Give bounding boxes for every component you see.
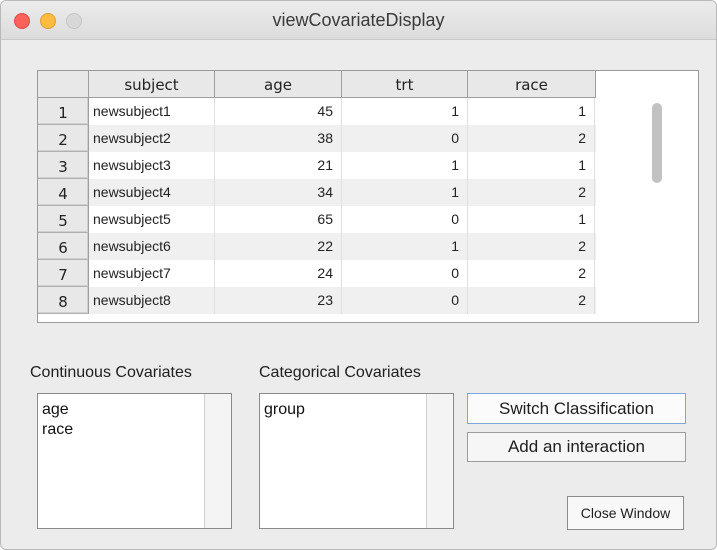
switch-classification-button[interactable]: Switch Classification	[467, 393, 686, 424]
corner-header-cell	[38, 71, 89, 98]
race-cell[interactable]: 1	[468, 98, 595, 125]
table-row[interactable]: 4 newsubject4 34 1 2	[38, 179, 596, 206]
app-window: viewCovariateDisplay subject age trt rac…	[0, 0, 717, 550]
table-row[interactable]: 2 newsubject2 38 0 2	[38, 125, 596, 152]
list-item[interactable]: group	[260, 400, 305, 420]
row-number[interactable]: 3	[38, 152, 89, 179]
covariate-table[interactable]: subject age trt race 1 newsubject1 45 1 …	[37, 70, 699, 323]
list-item[interactable]: race	[38, 420, 73, 440]
row-number[interactable]: 1	[38, 98, 89, 125]
table-row[interactable]: 3 newsubject3 21 1 1	[38, 152, 596, 179]
subject-cell[interactable]: newsubject2	[89, 125, 215, 152]
subject-cell[interactable]: newsubject1	[89, 98, 215, 125]
race-cell[interactable]: 1	[468, 152, 595, 179]
table-row[interactable]: 5 newsubject5 65 0 1	[38, 206, 596, 233]
table-row[interactable]: 7 newsubject7 24 0 2	[38, 260, 596, 287]
race-cell[interactable]: 2	[468, 125, 595, 152]
column-header-race[interactable]: race	[468, 71, 596, 98]
trt-cell[interactable]: 0	[342, 287, 468, 314]
race-cell[interactable]: 2	[468, 233, 595, 260]
row-number[interactable]: 6	[38, 233, 89, 260]
subject-cell[interactable]: newsubject3	[89, 152, 215, 179]
list-scrollbar[interactable]	[426, 394, 453, 528]
table-row[interactable]: 1 newsubject1 45 1 1	[38, 98, 596, 125]
age-cell[interactable]: 65	[215, 206, 342, 233]
age-cell[interactable]: 22	[215, 233, 342, 260]
categorical-covariates-label: Categorical Covariates	[259, 364, 421, 381]
age-cell[interactable]: 34	[215, 179, 342, 206]
trt-cell[interactable]: 1	[342, 152, 468, 179]
row-number[interactable]: 4	[38, 179, 89, 206]
race-cell[interactable]: 1	[468, 206, 595, 233]
race-cell[interactable]: 2	[468, 260, 595, 287]
list-item[interactable]: age	[38, 400, 73, 420]
age-cell[interactable]: 45	[215, 98, 342, 125]
continuous-covariates-list[interactable]: age race	[37, 393, 232, 529]
race-cell[interactable]: 2	[468, 179, 595, 206]
add-interaction-button[interactable]: Add an interaction	[467, 432, 686, 462]
window-title: viewCovariateDisplay	[272, 10, 445, 30]
subject-cell[interactable]: newsubject5	[89, 206, 215, 233]
age-cell[interactable]: 24	[215, 260, 342, 287]
trt-cell[interactable]: 1	[342, 233, 468, 260]
column-header-age[interactable]: age	[215, 71, 342, 98]
row-number[interactable]: 8	[38, 287, 89, 314]
title-bar: viewCovariateDisplay	[1, 1, 716, 40]
table-row[interactable]: 8 newsubject8 23 0 2	[38, 287, 596, 314]
row-number[interactable]: 5	[38, 206, 89, 233]
age-cell[interactable]: 23	[215, 287, 342, 314]
table-row[interactable]: 6 newsubject6 22 1 2	[38, 233, 596, 260]
trt-cell[interactable]: 0	[342, 260, 468, 287]
subject-cell[interactable]: newsubject7	[89, 260, 215, 287]
table-scroll-area	[596, 71, 698, 322]
categorical-covariates-list[interactable]: group	[259, 393, 454, 529]
row-number[interactable]: 2	[38, 125, 89, 152]
race-cell[interactable]: 2	[468, 287, 595, 314]
trt-cell[interactable]: 1	[342, 98, 468, 125]
column-header-subject[interactable]: subject	[89, 71, 215, 98]
subject-cell[interactable]: newsubject8	[89, 287, 215, 314]
age-cell[interactable]: 38	[215, 125, 342, 152]
column-header-trt[interactable]: trt	[342, 71, 468, 98]
trt-cell[interactable]: 0	[342, 125, 468, 152]
close-window-button[interactable]: Close Window	[567, 496, 684, 530]
continuous-covariates-label: Continuous Covariates	[30, 364, 192, 381]
trt-cell[interactable]: 1	[342, 179, 468, 206]
subject-cell[interactable]: newsubject6	[89, 233, 215, 260]
table-scrollbar-thumb[interactable]	[652, 103, 662, 183]
age-cell[interactable]: 21	[215, 152, 342, 179]
subject-cell[interactable]: newsubject4	[89, 179, 215, 206]
trt-cell[interactable]: 0	[342, 206, 468, 233]
row-number[interactable]: 7	[38, 260, 89, 287]
list-scrollbar[interactable]	[204, 394, 231, 528]
